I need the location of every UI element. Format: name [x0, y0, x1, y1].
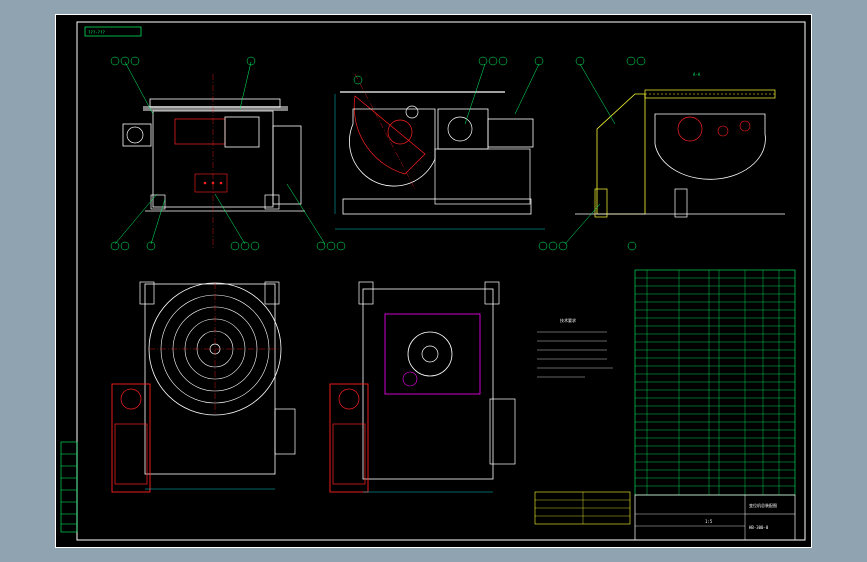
front-view-section: [110, 56, 346, 251]
drawing-code-text: ???-???: [88, 30, 105, 35]
spec-table: [534, 491, 631, 525]
section-view-a-a: A-A: [538, 56, 785, 251]
drawing-name: 变位机总装配图: [749, 502, 777, 508]
assembly-drawing: ???-??? A-A 技术要求 变位机总装配图 HB-300-0 1:5: [55, 14, 812, 548]
bottom-view: [329, 281, 516, 493]
section-label: A-A: [693, 72, 701, 77]
parts-list-table: [634, 269, 796, 496]
title-block: 变位机总装配图 HB-300-0 1:5: [634, 494, 796, 541]
top-view-turntable: [111, 281, 296, 493]
cad-viewport: ???-??? A-A 技术要求 变位机总装配图 HB-300-0 1:5: [0, 0, 867, 562]
drawing-number: HB-300-0: [749, 525, 769, 530]
drawing-scale: 1:5: [705, 519, 713, 524]
outer-border: [55, 14, 812, 548]
technical-notes: 技术要求: [537, 317, 613, 378]
notes-heading: 技术要求: [560, 317, 576, 323]
inner-border: [76, 21, 806, 541]
drawing-sheet: ???-??? A-A 技术要求 变位机总装配图 HB-300-0 1:5: [55, 14, 812, 548]
revision-strip: [60, 441, 78, 533]
side-view-tilt: [334, 56, 545, 230]
